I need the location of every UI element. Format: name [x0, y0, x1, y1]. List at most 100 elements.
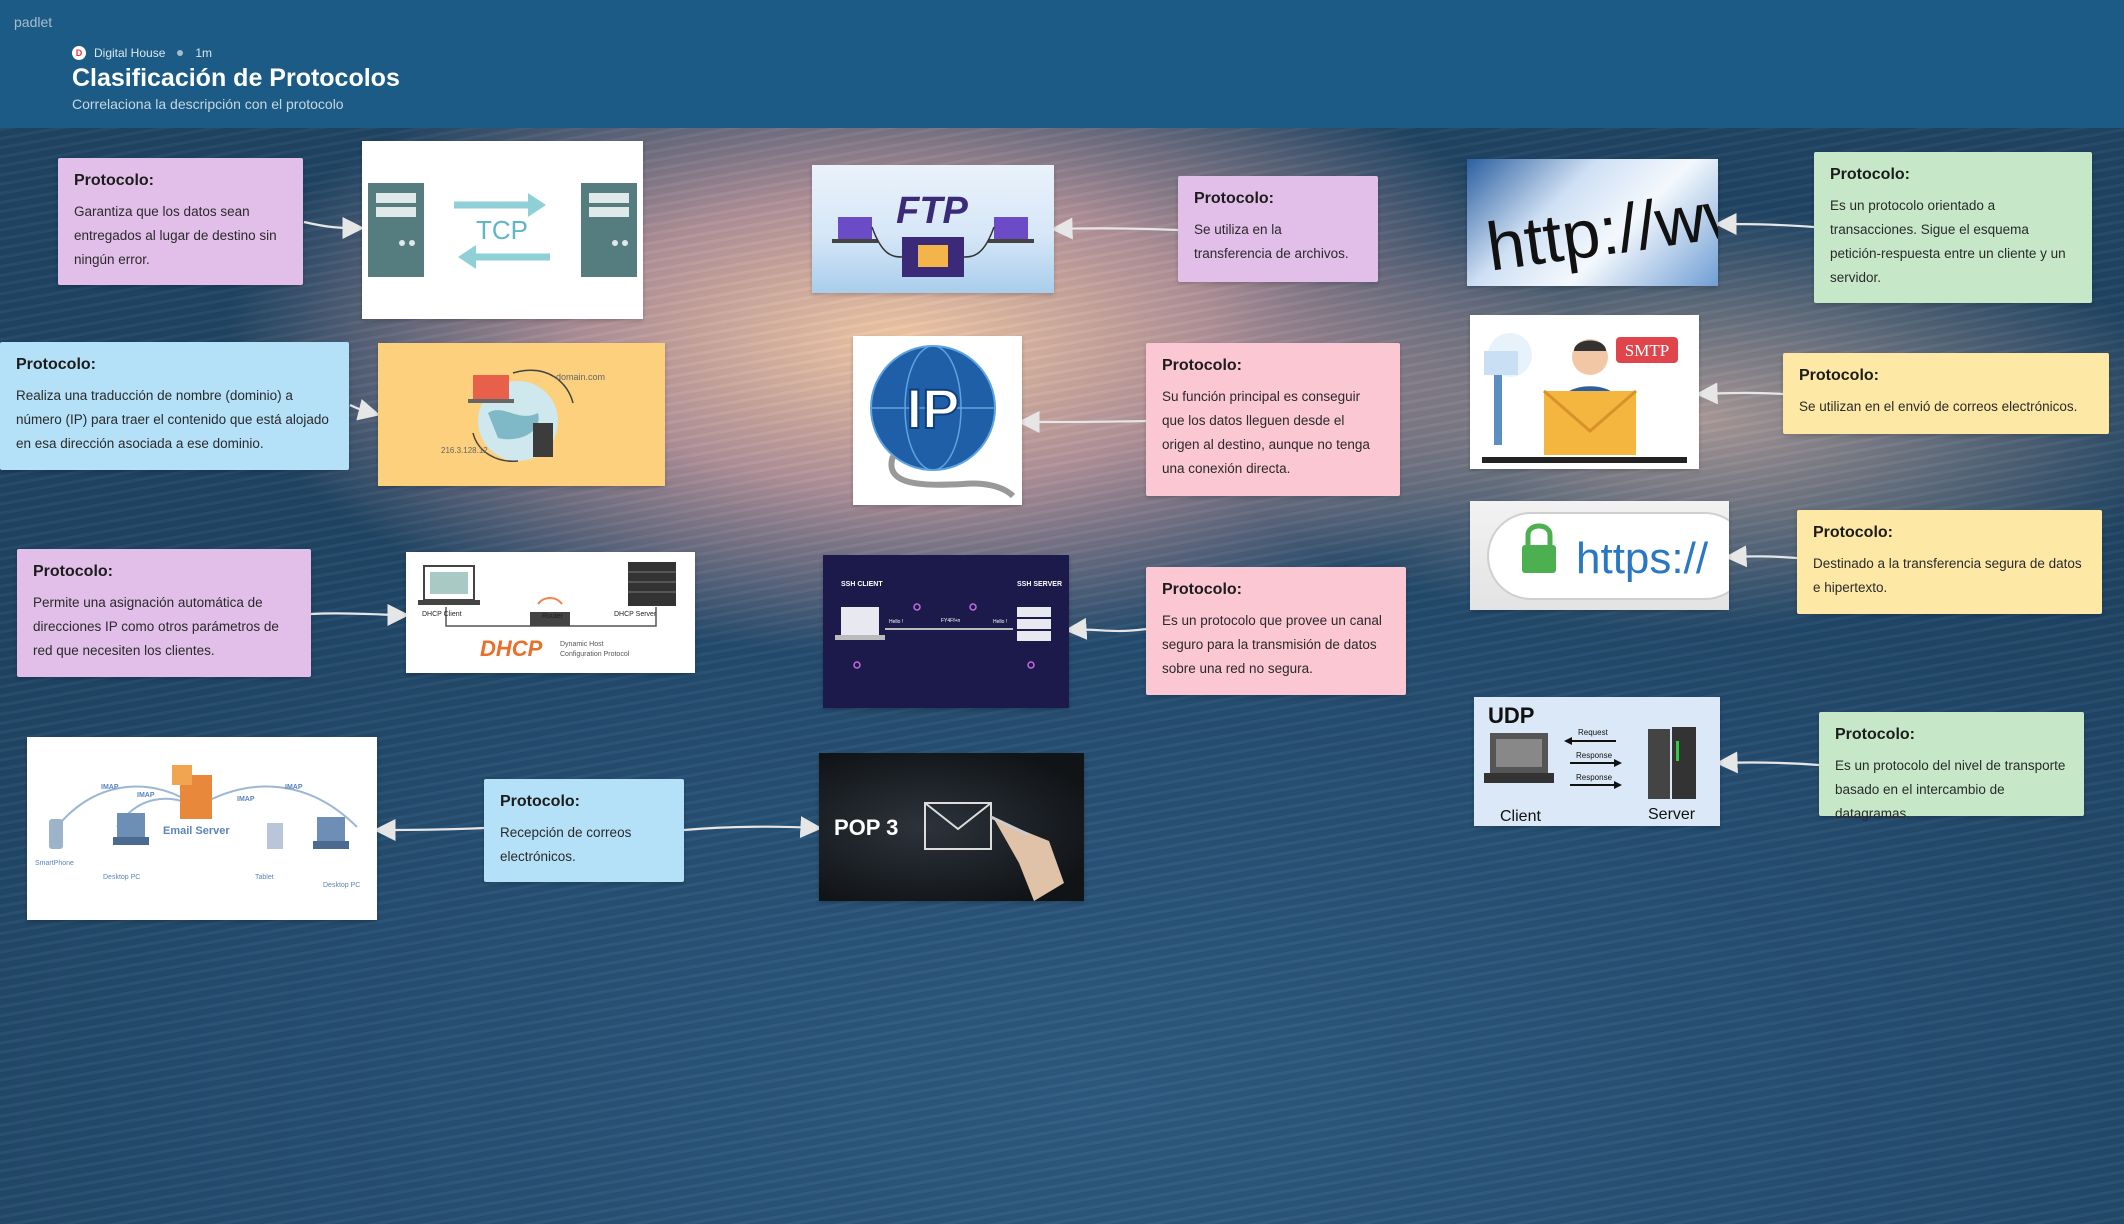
image-ftp[interactable]: FTP — [812, 165, 1054, 293]
dhcp-client-label: DHCP Client — [422, 611, 462, 618]
imap-label: IMAP — [237, 796, 255, 803]
laptop-left-icon — [838, 217, 872, 239]
email-server-label: Email Server — [163, 825, 230, 837]
board-meta: D Digital House 1m — [72, 46, 212, 60]
response-label: Response — [1576, 773, 1613, 782]
hello-text: Hello ! — [889, 619, 903, 625]
key-icon — [913, 603, 921, 611]
card-tcp[interactable]: Protocolo: Garantiza que los datos sean … — [58, 158, 303, 285]
card-https[interactable]: Protocolo: Destinado a la transferencia … — [1797, 510, 2102, 614]
card-title: Protocolo: — [1162, 357, 1242, 374]
card-dhcp[interactable]: Protocolo: Permite una asignación automá… — [17, 549, 311, 677]
request-label: Request — [1578, 728, 1609, 737]
ssh-server-label: SSH SERVER — [1017, 581, 1062, 588]
card-text: Destinado a la transferencia segura de d… — [1813, 556, 2082, 595]
laptop-right-icon — [994, 217, 1028, 239]
router-label: Router — [542, 613, 564, 620]
card-title: Protocolo: — [1830, 166, 1910, 183]
ssh-client-label: SSH CLIENT — [841, 581, 883, 588]
envelope-icon — [1544, 391, 1636, 455]
author-name[interactable]: Digital House — [94, 46, 165, 60]
author-avatar[interactable]: D — [72, 46, 86, 60]
server-icon — [628, 562, 676, 606]
arrow-udp — [1715, 751, 1820, 774]
image-pop3[interactable]: POP 3 — [819, 753, 1084, 901]
arrow-ssh — [1064, 617, 1147, 640]
desktop-icon — [317, 817, 345, 841]
mailbox-icon — [1484, 351, 1518, 375]
image-smtp[interactable]: SMTP — [1470, 315, 1699, 469]
image-ip[interactable]: IP — [853, 336, 1022, 505]
card-ssh[interactable]: Protocolo: Es un protocolo que provee un… — [1146, 567, 1406, 695]
ip-text: 216.3.128.12 — [441, 446, 488, 455]
server-icon — [533, 423, 553, 457]
card-title: Protocolo: — [1835, 726, 1915, 743]
cipher-text: FY4Ff+n — [941, 618, 961, 624]
arrow-dhcp — [310, 603, 410, 626]
image-dhcp[interactable]: DHCP Client Router DHCP Server DHCP Dyna… — [406, 552, 695, 673]
padlet-logo[interactable]: padlet — [14, 14, 52, 30]
image-https[interactable]: https:// — [1470, 501, 1729, 610]
image-udp[interactable]: UDP Request Response Response Client Ser… — [1474, 697, 1720, 826]
image-imap[interactable]: Email Server IMAP IMAP IMAP IMAP SmartPh… — [27, 737, 377, 920]
arrow-smtp — [1695, 382, 1784, 405]
response-label: Response — [1576, 751, 1613, 760]
card-dns[interactable]: Protocolo: Realiza una traducción de nom… — [0, 342, 349, 470]
server-label: Server — [1648, 806, 1696, 823]
lock-icon — [1522, 545, 1556, 573]
card-text: Se utiliza en la transferencia de archiv… — [1194, 222, 1349, 261]
card-text: Su función principal es conseguir que lo… — [1162, 389, 1370, 476]
card-text: Es un protocolo orientado a transaccione… — [1830, 198, 2066, 285]
server-icon — [1648, 729, 1670, 799]
card-title: Protocolo: — [1194, 190, 1274, 207]
card-imap[interactable]: Protocolo: Recepción de correos electrón… — [484, 779, 684, 882]
https-label: https:// — [1576, 534, 1709, 583]
smartphone-label: SmartPhone — [35, 860, 74, 867]
imap-label: IMAP — [137, 792, 155, 799]
image-http[interactable]: http://www — [1467, 159, 1718, 286]
card-smtp[interactable]: Protocolo: Se utilizan en el envió de co… — [1783, 353, 2109, 434]
separator-dot — [177, 50, 184, 56]
card-title: Protocolo: — [74, 172, 154, 189]
arrow-dns — [349, 399, 381, 421]
ftp-label: FTP — [896, 190, 968, 232]
hand-icon — [994, 819, 1064, 901]
card-title: Protocolo: — [1799, 367, 1879, 384]
http-label: http://www — [1482, 166, 1718, 286]
arrow-ip — [1017, 410, 1147, 433]
folder-icon — [918, 245, 948, 267]
card-ip[interactable]: Protocolo: Su función principal es conse… — [1146, 343, 1400, 496]
card-http[interactable]: Protocolo: Es un protocolo orientado a t… — [1814, 152, 2092, 303]
smartphone-icon — [49, 819, 63, 849]
card-title: Protocolo: — [500, 793, 580, 810]
arrow-https — [1724, 545, 1798, 568]
desktop-icon — [117, 813, 145, 837]
imap-label: IMAP — [101, 784, 119, 791]
arrow-ftp — [1050, 217, 1179, 240]
arrow-tcp — [303, 216, 365, 239]
card-ftp[interactable]: Protocolo: Se utiliza en la transferenci… — [1178, 176, 1378, 282]
tablet-label: Tablet — [255, 874, 274, 881]
imap-label: IMAP — [285, 784, 303, 791]
card-title: Protocolo: — [1813, 524, 1893, 541]
image-tcp[interactable]: TCP — [362, 141, 643, 319]
key-icon — [969, 603, 977, 611]
domain-text: domain.com — [556, 372, 605, 382]
image-ssh[interactable]: SSH CLIENT SSH SERVER Hello ! FY4Ff+n He… — [823, 555, 1069, 708]
card-title: Protocolo: — [1162, 581, 1242, 598]
smtp-label: SMTP — [1625, 341, 1669, 360]
board-header: padlet D Digital House 1m Clasificación … — [0, 0, 2124, 128]
desktop-label: Desktop PC — [103, 874, 140, 881]
card-udp[interactable]: Protocolo: Es un protocolo del nivel de … — [1819, 712, 2084, 821]
card-text: Garantiza que los datos sean entregados … — [74, 204, 277, 267]
tcp-label: TCP — [476, 215, 528, 245]
card-title: Protocolo: — [16, 356, 96, 373]
arrow-imap-left — [373, 818, 485, 841]
key-icon — [853, 661, 861, 669]
pop3-label: POP 3 — [834, 815, 898, 840]
dhcp-server-label: DHCP Server — [614, 611, 657, 618]
ip-label: IP — [907, 377, 960, 440]
key-icon — [1027, 661, 1035, 669]
image-dns[interactable]: domain.com 216.3.128.12 — [378, 343, 665, 486]
dhcp-desc2: Configuration Protocol — [560, 651, 630, 658]
